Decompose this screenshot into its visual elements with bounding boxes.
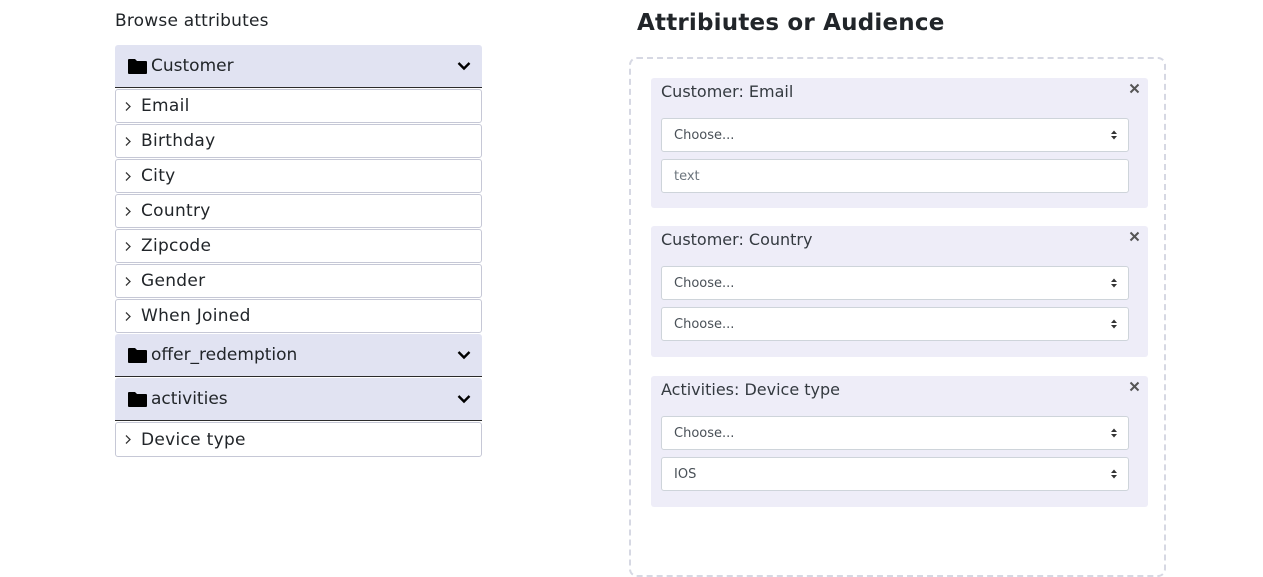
- attribute-label: City: [141, 166, 176, 186]
- value-text-input[interactable]: text: [661, 159, 1129, 193]
- chevron-right-icon: [124, 434, 136, 446]
- attribute-item-when-joined[interactable]: When Joined: [115, 299, 482, 333]
- select-value: Choose...: [674, 425, 735, 441]
- close-icon[interactable]: [1127, 229, 1141, 243]
- card-header: Activities: Device type: [651, 376, 1148, 402]
- close-icon[interactable]: [1127, 81, 1141, 95]
- attribute-label: Birthday: [141, 131, 216, 151]
- select-value: Choose...: [674, 127, 735, 143]
- attribute-label: Zipcode: [141, 236, 212, 256]
- select-value: IOS: [674, 466, 697, 482]
- card-header: Customer: Email: [651, 78, 1148, 104]
- value-select[interactable]: Choose...: [661, 307, 1129, 341]
- condition-card-email: Customer: Email Choose... text: [651, 78, 1148, 208]
- select-caret-icon: [1110, 318, 1118, 330]
- chevron-right-icon: [124, 240, 136, 252]
- chevron-right-icon: [124, 100, 136, 112]
- operator-select[interactable]: Choose...: [661, 266, 1129, 300]
- operator-select[interactable]: Choose...: [661, 416, 1129, 450]
- select-caret-icon: [1110, 277, 1118, 289]
- value-select[interactable]: IOS: [661, 457, 1129, 491]
- folder-activities[interactable]: activities: [115, 378, 482, 421]
- attribute-item-birthday[interactable]: Birthday: [115, 124, 482, 158]
- select-value: Choose...: [674, 316, 735, 332]
- attribute-item-zipcode[interactable]: Zipcode: [115, 229, 482, 263]
- card-title: Customer: Country: [661, 229, 813, 249]
- attribute-label: Device type: [141, 429, 246, 450]
- select-caret-icon: [1110, 468, 1118, 480]
- chevron-right-icon: [124, 170, 136, 182]
- chevron-down-icon[interactable]: [456, 347, 472, 363]
- attribute-label: Email: [141, 96, 190, 116]
- attribute-item-gender[interactable]: Gender: [115, 264, 482, 298]
- attribute-item-country[interactable]: Country: [115, 194, 482, 228]
- chevron-right-icon: [124, 135, 136, 147]
- condition-card-country: Customer: Country Choose... Choose...: [651, 226, 1148, 357]
- select-caret-icon: [1110, 427, 1118, 439]
- folder-offer-redemption[interactable]: offer_redemption: [115, 334, 482, 377]
- chevron-right-icon: [124, 310, 136, 322]
- card-title: Customer: Email: [661, 81, 794, 101]
- attribute-item-city[interactable]: City: [115, 159, 482, 193]
- select-caret-icon: [1110, 129, 1118, 141]
- chevron-down-icon[interactable]: [456, 391, 472, 407]
- card-header: Customer: Country: [651, 226, 1148, 252]
- folder-icon: [127, 58, 149, 75]
- attribute-label: Gender: [141, 271, 206, 291]
- browse-title: Browse attributes: [115, 11, 269, 31]
- close-icon[interactable]: [1127, 379, 1141, 393]
- select-value: Choose...: [674, 275, 735, 291]
- chevron-right-icon: [124, 205, 136, 217]
- audience-dropzone[interactable]: Customer: Email Choose... text Customer:…: [629, 57, 1166, 577]
- audience-title: Attribiutes or Audience: [637, 10, 945, 36]
- attribute-item-device-type[interactable]: Device type: [115, 422, 482, 457]
- folder-label: offer_redemption: [151, 345, 298, 365]
- attribute-tree: Customer Email Birthday City Country Zip…: [115, 45, 482, 457]
- attribute-item-email[interactable]: Email: [115, 89, 482, 123]
- folder-icon: [127, 391, 149, 408]
- input-placeholder: text: [674, 168, 700, 184]
- folder-icon: [127, 347, 149, 364]
- folder-customer[interactable]: Customer: [115, 45, 482, 88]
- chevron-right-icon: [124, 275, 136, 287]
- card-title: Activities: Device type: [661, 379, 841, 399]
- chevron-down-icon[interactable]: [456, 58, 472, 74]
- folder-label: activities: [151, 389, 228, 409]
- attribute-label: Country: [141, 201, 211, 221]
- operator-select[interactable]: Choose...: [661, 118, 1129, 152]
- condition-card-device-type: Activities: Device type Choose... IOS: [651, 376, 1148, 507]
- attribute-label: When Joined: [141, 306, 251, 326]
- folder-label: Customer: [151, 56, 234, 76]
